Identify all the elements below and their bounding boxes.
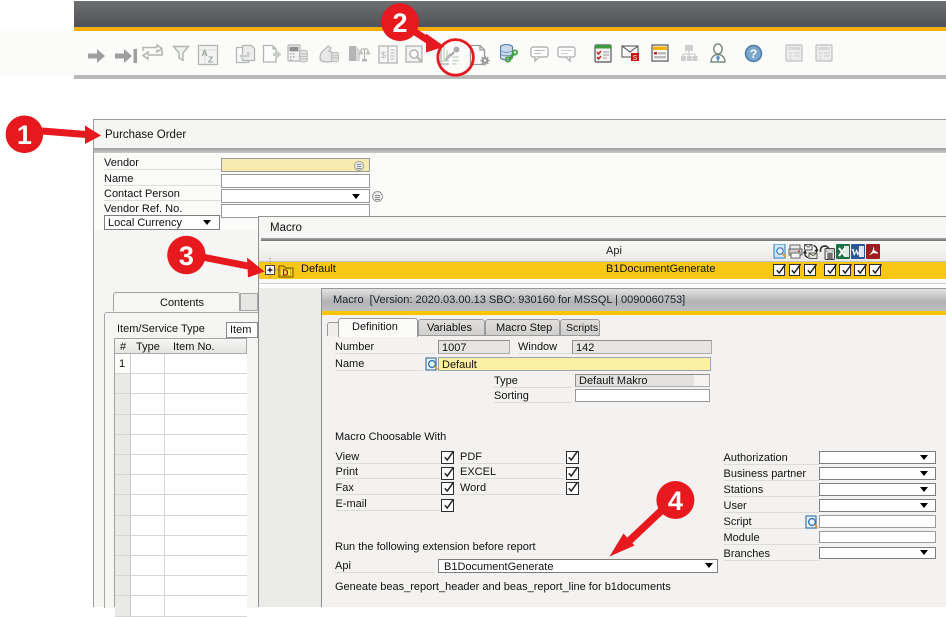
svg-text:4: 4	[668, 486, 683, 516]
svg-text:2: 2	[392, 8, 407, 38]
svg-text:1: 1	[17, 120, 32, 150]
svg-text:3: 3	[179, 241, 194, 271]
